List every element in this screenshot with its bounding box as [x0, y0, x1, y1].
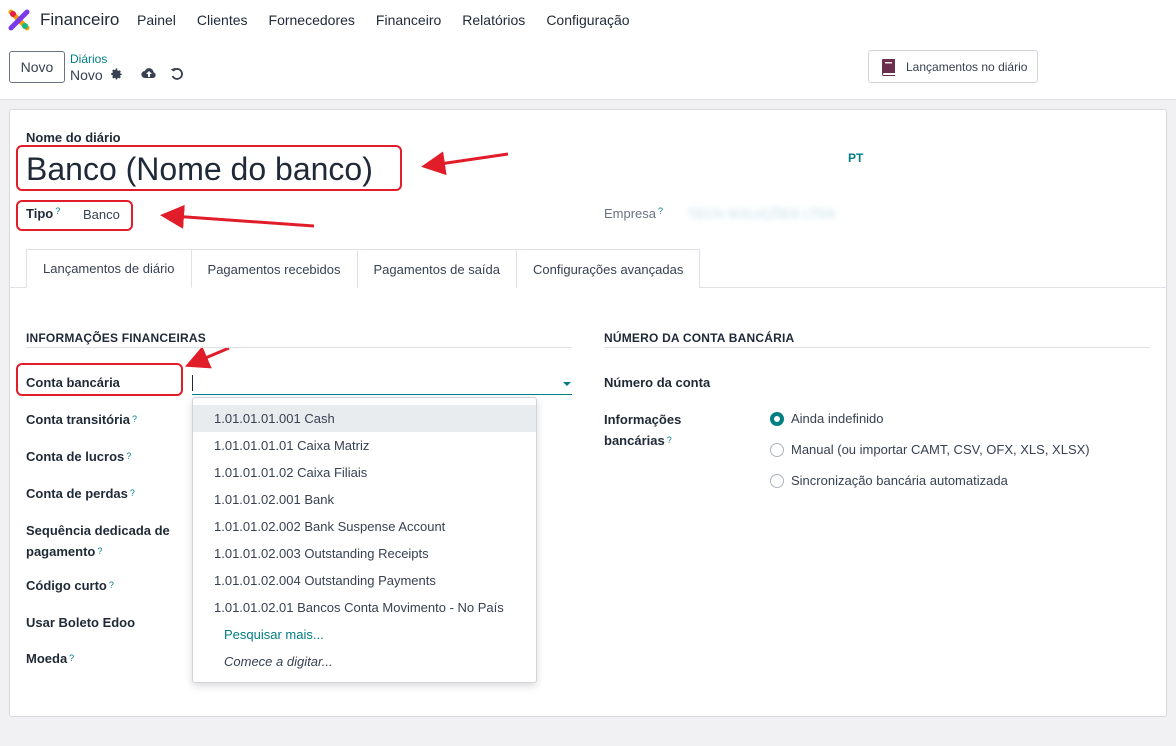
- tab-outgoing-payments[interactable]: Pagamentos de saída: [357, 249, 517, 288]
- language-button[interactable]: PT: [848, 151, 863, 165]
- chevron-down-icon[interactable]: [563, 382, 571, 386]
- short-code-label: Código curto?: [26, 578, 114, 593]
- app-logo-icon[interactable]: [8, 9, 30, 31]
- radio-undefined[interactable]: [770, 412, 784, 426]
- tab-incoming-payments[interactable]: Pagamentos recebidos: [191, 249, 358, 288]
- search-more-link[interactable]: Pesquisar mais...: [193, 621, 536, 648]
- autocomplete-dropdown: 1.01.01.01.001 Cash 1.01.01.01.01 Caixa …: [192, 397, 537, 683]
- profit-account-label: Conta de lucros?: [26, 449, 132, 464]
- breadcrumb[interactable]: Diários: [70, 52, 107, 66]
- help-icon[interactable]: ?: [97, 546, 102, 556]
- radio-auto-sync-label[interactable]: Sincronização bancária automatizada: [791, 473, 1008, 488]
- menu-item-financeiro[interactable]: Financeiro: [376, 12, 441, 28]
- bank-info-label: Informações bancárias?: [604, 412, 682, 448]
- dropdown-item[interactable]: 1.01.01.02.004 Outstanding Payments: [193, 567, 536, 594]
- help-icon[interactable]: ?: [130, 488, 135, 498]
- boleto-label: Usar Boleto Edoo: [26, 615, 136, 630]
- financial-section-title: INFORMAÇÕES FINANCEIRAS: [26, 331, 206, 345]
- payment-sequence-label: Sequência dedicada de pagamento?: [26, 523, 170, 559]
- transit-account-label: Conta transitória?: [26, 412, 138, 427]
- currency-label: Moeda?: [26, 651, 75, 666]
- highlight-box-type: [16, 200, 133, 231]
- dropdown-item[interactable]: 1.01.01.02.01 Bancos Conta Movimento - N…: [193, 594, 536, 621]
- menu-item-fornecedores[interactable]: Fornecedores: [269, 12, 355, 28]
- dropdown-item[interactable]: 1.01.01.01.02 Caixa Filiais: [193, 459, 536, 486]
- new-button[interactable]: Novo: [9, 51, 65, 83]
- gear-icon[interactable]: [110, 68, 123, 81]
- dropdown-item[interactable]: 1.01.01.02.002 Bank Suspense Account: [193, 513, 536, 540]
- control-panel: Novo Diários Novo Lançamentos no diário: [0, 40, 1176, 100]
- bank-section-title: NÚMERO DA CONTA BANCÁRIA: [604, 331, 795, 345]
- help-icon[interactable]: ?: [69, 653, 74, 663]
- help-icon[interactable]: ?: [132, 414, 137, 424]
- dropdown-item[interactable]: 1.01.01.02.003 Outstanding Receipts: [193, 540, 536, 567]
- dropdown-item[interactable]: 1.01.01.02.001 Bank: [193, 486, 536, 513]
- account-number-label: Número da conta: [604, 375, 711, 390]
- radio-manual[interactable]: [770, 443, 784, 457]
- start-typing-hint: Comece a digitar...: [224, 654, 333, 669]
- help-icon[interactable]: ?: [658, 206, 663, 216]
- highlight-box-name: [16, 145, 402, 191]
- record-name: Novo: [70, 67, 103, 83]
- menu-item-relatorios[interactable]: Relatórios: [462, 12, 525, 28]
- notebook-tabs: Lançamentos de diário Pagamentos recebid…: [26, 249, 701, 288]
- company-field[interactable]: TECH SOLUÇÕES LTDA: [688, 206, 835, 221]
- help-icon[interactable]: ?: [109, 580, 114, 590]
- menu-item-configuracao[interactable]: Configuração: [546, 12, 629, 28]
- help-icon[interactable]: ?: [126, 451, 131, 461]
- loss-account-label: Conta de perdas?: [26, 486, 135, 501]
- top-navbar: Financeiro Painel Clientes Fornecedores …: [0, 0, 1176, 40]
- dropdown-item[interactable]: 1.01.01.01.01 Caixa Matriz: [193, 432, 536, 459]
- company-label: Empresa?: [604, 206, 664, 221]
- radio-manual-label[interactable]: Manual (ou importar CAMT, CSV, OFX, XLS,…: [791, 442, 1090, 457]
- dropdown-item[interactable]: 1.01.01.01.001 Cash: [193, 405, 536, 432]
- menu-item-clientes[interactable]: Clientes: [197, 12, 248, 28]
- discard-icon[interactable]: [170, 67, 184, 81]
- financial-section-divider: [26, 347, 572, 348]
- form-sheet: [9, 109, 1167, 717]
- cloud-upload-icon[interactable]: [141, 67, 157, 81]
- radio-auto-sync[interactable]: [770, 474, 784, 488]
- radio-undefined-label[interactable]: Ainda indefinido: [791, 411, 884, 426]
- journal-entries-label: Lançamentos no diário: [906, 59, 1028, 74]
- tab-journal-entries[interactable]: Lançamentos de diário: [26, 249, 192, 288]
- help-icon[interactable]: ?: [667, 435, 672, 445]
- bank-account-label: Conta bancária: [26, 375, 120, 390]
- bank-account-input[interactable]: [192, 373, 572, 395]
- journal-name-label: Nome do diário: [26, 130, 121, 145]
- tab-advanced-settings[interactable]: Configurações avançadas: [517, 249, 701, 288]
- menu-item-painel[interactable]: Painel: [137, 12, 176, 28]
- journal-entries-button[interactable]: Lançamentos no diário: [868, 50, 1038, 83]
- book-icon: [882, 58, 895, 76]
- text-cursor: [192, 375, 193, 391]
- main-menu: Painel Clientes Fornecedores Financeiro …: [137, 12, 651, 28]
- app-title[interactable]: Financeiro: [40, 10, 119, 30]
- bank-section-divider: [604, 347, 1150, 348]
